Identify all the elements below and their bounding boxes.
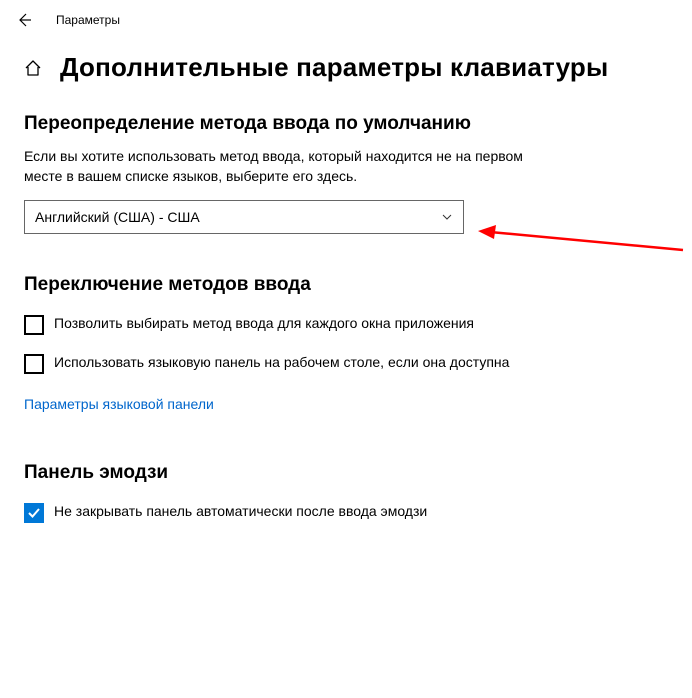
back-arrow-icon	[16, 12, 32, 28]
checkbox-box	[24, 354, 44, 374]
window-title: Параметры	[56, 13, 120, 27]
dropdown-selected-value: Английский (США) - США	[35, 209, 200, 225]
section-switching-heading: Переключение методов ввода	[24, 274, 668, 296]
checkbox-per-window-input[interactable]: Позволить выбирать метод ввода для каждо…	[24, 314, 544, 335]
checkbox-emoji-panel-stay-open[interactable]: Не закрывать панель автоматически после …	[24, 502, 544, 523]
home-icon[interactable]	[24, 59, 42, 77]
language-bar-settings-link[interactable]: Параметры языковой панели	[24, 396, 214, 412]
chevron-down-icon	[441, 211, 453, 223]
page-title: Дополнительные параметры клавиатуры	[60, 52, 608, 83]
section-override-description: Если вы хотите использовать метод ввода,…	[24, 147, 544, 186]
checkbox-box-checked	[24, 503, 44, 523]
checkbox-label: Не закрывать панель автоматически после …	[54, 502, 427, 522]
checkbox-label: Использовать языковую панель на рабочем …	[54, 353, 509, 373]
checkbox-language-bar-desktop[interactable]: Использовать языковую панель на рабочем …	[24, 353, 544, 374]
default-input-method-dropdown[interactable]: Английский (США) - США	[24, 200, 464, 234]
checkbox-box	[24, 315, 44, 335]
section-emoji-heading: Панель эмодзи	[24, 462, 668, 484]
section-override-heading: Переопределение метода ввода по умолчани…	[24, 113, 668, 135]
checkbox-label: Позволить выбирать метод ввода для каждо…	[54, 314, 474, 334]
back-button[interactable]	[8, 4, 40, 36]
